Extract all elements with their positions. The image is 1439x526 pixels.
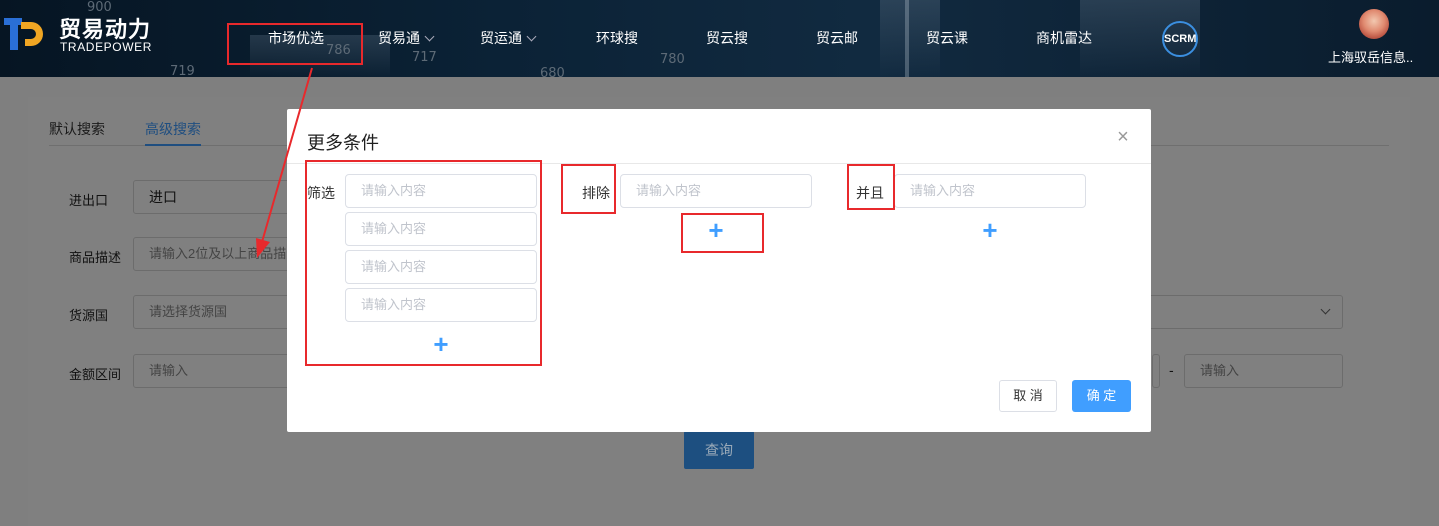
annotation-box-filter [305, 160, 542, 366]
skyline-decoration [905, 0, 909, 77]
tab-default-search[interactable]: 默认搜索 [49, 119, 105, 139]
nav-item-global-search[interactable]: 环球搜 [596, 28, 638, 48]
nav-item-shipping-pass[interactable]: 贸运通 [480, 28, 537, 48]
chevron-down-icon [526, 31, 537, 42]
nav-item-cloud-mail[interactable]: 贸云邮 [816, 28, 858, 48]
tradepower-logo-icon[interactable] [4, 16, 46, 52]
annotation-box-exclude [561, 164, 616, 214]
close-icon[interactable]: × [1114, 127, 1132, 147]
add-and-icon[interactable]: + [980, 217, 1000, 243]
confirm-button[interactable]: 确 定 [1072, 380, 1131, 412]
annotation-box-add [681, 213, 764, 253]
trade-direction-label: 进出口 [69, 193, 109, 208]
active-tab-indicator [145, 144, 201, 146]
bg-number: 719 [170, 64, 195, 77]
trade-direction-select[interactable]: 进口 [133, 180, 293, 214]
top-header: 900 719 786 717 680 780 贸易动力 TRADEPOWER … [0, 0, 1439, 77]
avatar[interactable] [1359, 9, 1389, 39]
query-button[interactable]: 查询 [684, 431, 754, 469]
range-separator: - [1169, 362, 1174, 378]
nav-item-opportunity-radar[interactable]: 商机雷达 [1036, 28, 1092, 48]
annotation-box-market-select [227, 23, 363, 65]
tab-advanced-search[interactable]: 高级搜索 [145, 119, 201, 139]
nav-item-cloud-search[interactable]: 贸云搜 [706, 28, 748, 48]
nav-item-cloud-course[interactable]: 贸云课 [926, 28, 968, 48]
scrm-icon[interactable]: SCRM [1162, 21, 1198, 57]
bg-number: 680 [540, 66, 565, 77]
dialog-title: 更多条件 [307, 133, 379, 153]
user-name[interactable]: 上海驭岳信息.. [1328, 47, 1413, 66]
nav-item-trade-pass[interactable]: 贸易通 [378, 28, 435, 48]
and-input[interactable]: 请输入内容 [894, 174, 1086, 208]
amount-mid-input[interactable] [1152, 354, 1160, 388]
amount-to-input[interactable]: 请输入 [1184, 354, 1343, 388]
exclude-input[interactable]: 请输入内容 [620, 174, 812, 208]
amount-range-label: 金额区间 [69, 367, 122, 382]
annotation-box-and [847, 164, 895, 210]
product-desc-label: 商品描述 [69, 250, 122, 265]
cancel-button[interactable]: 取 消 [999, 380, 1057, 412]
amount-from-input[interactable]: 请输入 [133, 354, 293, 388]
logo-text-en[interactable]: TRADEPOWER [60, 40, 152, 54]
bg-number: 780 [660, 52, 685, 67]
chevron-down-icon [424, 31, 435, 42]
bg-number: 717 [412, 50, 437, 65]
product-desc-input[interactable]: 请输入2位及以上商品描述 [133, 237, 293, 271]
origin-country-label: 货源国 [69, 308, 109, 323]
